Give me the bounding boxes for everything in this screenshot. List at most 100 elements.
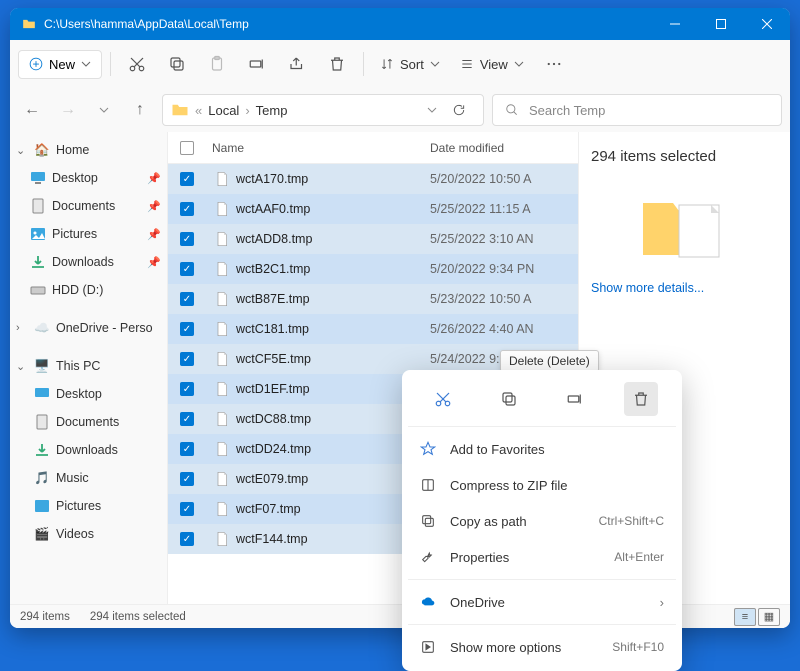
maximize-button[interactable]: [698, 8, 744, 40]
file-name: wctAAF0.tmp: [236, 202, 310, 216]
search-placeholder: Search Temp: [529, 103, 605, 118]
sidebar-item-desktop[interactable]: Desktop📌: [10, 164, 167, 192]
row-checkbox[interactable]: ✓: [180, 352, 194, 366]
sidebar-item-pc-desktop[interactable]: Desktop: [10, 380, 167, 408]
pin-icon: 📌: [147, 228, 161, 241]
ctx-rename-button[interactable]: [558, 382, 592, 416]
row-checkbox[interactable]: ✓: [180, 232, 194, 246]
file-row[interactable]: ✓wctC181.tmp5/26/2022 4:40 AN: [168, 314, 578, 344]
plus-icon: [29, 57, 43, 71]
file-icon: [214, 201, 230, 217]
breadcrumb-temp[interactable]: Temp: [256, 103, 288, 118]
ctx-cut-button[interactable]: [426, 382, 460, 416]
ctx-compress-zip[interactable]: Compress to ZIP file: [408, 467, 676, 503]
row-checkbox[interactable]: ✓: [180, 472, 194, 486]
up-button[interactable]: ↑: [126, 94, 154, 126]
sort-button[interactable]: Sort: [372, 51, 448, 78]
navigation-pane[interactable]: ⌄🏠Home Desktop📌 Documents📌 Pictures📌 Dow…: [10, 132, 168, 604]
file-row[interactable]: ✓wctAAF0.tmp5/25/2022 11:15 A: [168, 194, 578, 224]
row-checkbox[interactable]: ✓: [180, 172, 194, 186]
row-checkbox[interactable]: ✓: [180, 292, 194, 306]
ctx-show-more[interactable]: Show more optionsShift+F10: [408, 629, 676, 665]
sidebar-item-onedrive[interactable]: ›☁️OneDrive - Perso: [10, 314, 167, 342]
minimize-button[interactable]: [652, 8, 698, 40]
file-date: 5/25/2022 3:10 AN: [430, 232, 578, 246]
row-checkbox[interactable]: ✓: [180, 382, 194, 396]
path-icon: [420, 513, 436, 529]
sidebar-item-hdd[interactable]: HDD (D:): [10, 276, 167, 304]
row-checkbox[interactable]: ✓: [180, 412, 194, 426]
thumbnails-view-button[interactable]: ▦: [758, 608, 780, 626]
column-date[interactable]: Date modified: [430, 141, 578, 155]
chevron-down-icon: [81, 59, 91, 69]
view-button[interactable]: View: [452, 51, 532, 78]
chevron-down-icon: [514, 59, 524, 69]
ctx-add-favorites[interactable]: Add to Favorites: [408, 431, 676, 467]
cut-button[interactable]: [119, 46, 155, 82]
column-name[interactable]: Name: [206, 141, 430, 155]
file-icon: [214, 231, 230, 247]
rename-button[interactable]: [239, 46, 275, 82]
file-row[interactable]: ✓wctA170.tmp5/20/2022 10:50 A: [168, 164, 578, 194]
sidebar-item-pc-pictures[interactable]: Pictures: [10, 492, 167, 520]
row-checkbox[interactable]: ✓: [180, 502, 194, 516]
more-button[interactable]: [536, 46, 572, 82]
rename-icon: [248, 55, 266, 73]
forward-button[interactable]: →: [54, 94, 82, 126]
details-view-button[interactable]: ≡: [734, 608, 756, 626]
chevron-down-icon: [430, 59, 440, 69]
share-icon: [288, 55, 306, 73]
file-row[interactable]: ✓wctADD8.tmp5/25/2022 3:10 AN: [168, 224, 578, 254]
row-checkbox[interactable]: ✓: [180, 442, 194, 456]
row-checkbox[interactable]: ✓: [180, 322, 194, 336]
copy-icon: [500, 390, 518, 408]
ctx-properties[interactable]: PropertiesAlt+Enter: [408, 539, 676, 575]
row-checkbox[interactable]: ✓: [180, 532, 194, 546]
trash-icon: [632, 390, 650, 408]
row-checkbox[interactable]: ✓: [180, 202, 194, 216]
downloads-icon: [30, 254, 46, 270]
refresh-button[interactable]: [443, 103, 475, 117]
folder-icon: [22, 17, 36, 31]
select-all-checkbox[interactable]: [180, 141, 194, 155]
ctx-copy-button[interactable]: [492, 382, 526, 416]
row-checkbox[interactable]: ✓: [180, 262, 194, 276]
videos-icon: 🎬: [34, 526, 50, 542]
sidebar-item-pc-videos[interactable]: 🎬Videos: [10, 520, 167, 548]
delete-button[interactable]: [319, 46, 355, 82]
status-selected-count: 294 items selected: [90, 611, 186, 623]
file-date: 5/23/2022 10:50 A: [430, 292, 578, 306]
breadcrumb-local[interactable]: Local: [208, 103, 239, 118]
back-button[interactable]: ←: [18, 94, 46, 126]
sidebar-item-thispc[interactable]: ⌄🖥️This PC: [10, 352, 167, 380]
search-input[interactable]: Search Temp: [492, 94, 782, 126]
sidebar-item-home[interactable]: ⌄🏠Home: [10, 136, 167, 164]
new-button[interactable]: New: [18, 50, 102, 79]
ctx-copy-path[interactable]: Copy as pathCtrl+Shift+C: [408, 503, 676, 539]
show-more-details-link[interactable]: Show more details...: [591, 281, 778, 295]
ctx-onedrive[interactable]: OneDrive›: [408, 584, 676, 620]
breadcrumb-prefix: «: [195, 103, 202, 118]
recent-button[interactable]: [90, 94, 118, 126]
file-icon: [214, 441, 230, 457]
file-date: 5/20/2022 9:34 PN: [430, 262, 578, 276]
star-icon: [420, 441, 436, 457]
sidebar-item-pc-documents[interactable]: Documents: [10, 408, 167, 436]
sidebar-item-documents[interactable]: Documents📌: [10, 192, 167, 220]
chevron-down-icon[interactable]: [427, 105, 437, 115]
share-button[interactable]: [279, 46, 315, 82]
file-name: wctC181.tmp: [236, 322, 309, 336]
ctx-delete-button[interactable]: [624, 382, 658, 416]
file-row[interactable]: ✓wctB2C1.tmp5/20/2022 9:34 PN: [168, 254, 578, 284]
close-button[interactable]: [744, 8, 790, 40]
title-bar[interactable]: C:\Users\hamma\AppData\Local\Temp: [10, 8, 790, 40]
sidebar-item-pictures[interactable]: Pictures📌: [10, 220, 167, 248]
paste-button[interactable]: [199, 46, 235, 82]
copy-button[interactable]: [159, 46, 195, 82]
sidebar-item-downloads[interactable]: Downloads📌: [10, 248, 167, 276]
address-bar[interactable]: « Local › Temp: [162, 94, 484, 126]
sidebar-item-pc-music[interactable]: 🎵Music: [10, 464, 167, 492]
sidebar-item-pc-downloads[interactable]: Downloads: [10, 436, 167, 464]
cloud-icon: [420, 594, 436, 610]
file-row[interactable]: ✓wctB87E.tmp5/23/2022 10:50 A: [168, 284, 578, 314]
